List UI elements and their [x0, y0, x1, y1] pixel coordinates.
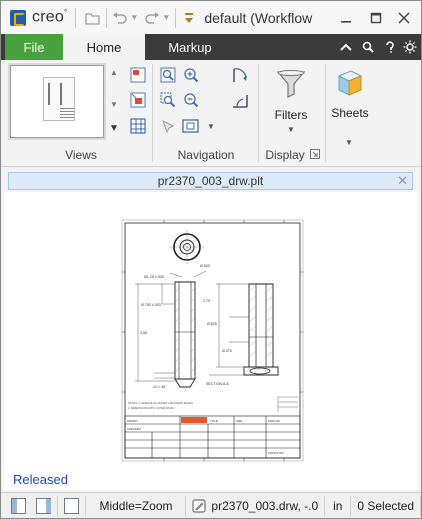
svg-text:Ø.625: Ø.625 — [207, 322, 217, 326]
saved-views-icon[interactable] — [129, 66, 147, 84]
group-separator — [325, 64, 326, 162]
file-info-text: pr2370_003.drw, -.0 — [211, 498, 319, 513]
undo-icon[interactable] — [111, 9, 129, 27]
group-separator — [258, 64, 259, 162]
quick-access-separator — [175, 7, 177, 28]
brand-name: creo° — [32, 8, 68, 26]
svg-text:2.75: 2.75 — [203, 299, 210, 303]
toggle-navigator-icon[interactable] — [11, 497, 26, 514]
svg-text:SIZE: SIZE — [236, 419, 242, 423]
status-separator — [350, 495, 352, 516]
measure-angle-icon[interactable] — [231, 91, 249, 109]
svg-text:PR2370-003: PR2370-003 — [268, 451, 284, 455]
title-bar: creo° ▼ ▼ default (Workflow — [1, 1, 421, 34]
tab-file[interactable]: File — [5, 34, 63, 60]
svg-text:Ø1.25 ±.005: Ø1.25 ±.005 — [144, 275, 164, 279]
zoom-area-icon[interactable] — [159, 91, 177, 109]
customize-toolbar-icon[interactable] — [180, 9, 198, 27]
view-orientation-icon[interactable] — [182, 117, 200, 135]
group-label-display: Display — [265, 148, 305, 162]
group-label-navigation: Navigation — [177, 148, 235, 162]
app-window: creo° ▼ ▼ default (Workflow File Home Ma… — [0, 0, 422, 519]
engineering-drawing: Ø1.25 ±.005 Ø.750 ±.003 3.50 .12 × 45° Ø… — [121, 219, 304, 462]
svg-text:Ø.500: Ø.500 — [200, 264, 210, 268]
close-icon[interactable] — [393, 7, 415, 29]
redo-icon[interactable] — [143, 9, 161, 27]
view-orientation-dropdown-icon[interactable]: ▼ — [207, 122, 215, 131]
svg-text:SECTION A-A: SECTION A-A — [206, 382, 229, 386]
svg-text:NOTES: 1. REMOVE ALL BURRS AND: NOTES: 1. REMOVE ALL BURRS AND SHARP EDG… — [128, 401, 193, 405]
status-separator — [84, 495, 86, 516]
status-separator — [56, 495, 58, 516]
zoom-to-fit-icon[interactable] — [159, 66, 177, 84]
svg-text:2. DIMENSIONS APPLY AFTER FINI: 2. DIMENSIONS APPLY AFTER FINISH — [128, 406, 174, 410]
scroll-spacer — [107, 79, 121, 97]
tab-markup[interactable]: Markup — [145, 34, 235, 60]
layers-grid-icon[interactable] — [129, 117, 147, 135]
sheet-thumbnail[interactable] — [8, 63, 106, 140]
toggle-browser-icon[interactable] — [35, 497, 51, 514]
collapse-ribbon-icon[interactable] — [337, 38, 355, 56]
view-manager-icon[interactable] — [129, 91, 147, 109]
sheets-dropdown-icon[interactable]: ▼ — [345, 138, 353, 147]
svg-text:Ø.750 ±.003: Ø.750 ±.003 — [141, 303, 161, 307]
filters-button[interactable]: Filters — [267, 108, 315, 122]
svg-text:DWG NO: DWG NO — [268, 419, 281, 423]
group-label-views: Views — [65, 148, 97, 162]
pan-icon[interactable] — [159, 117, 177, 135]
zoom-in-icon[interactable] — [182, 66, 200, 84]
status-separator — [420, 495, 421, 516]
units-text[interactable]: in — [333, 499, 342, 513]
scroll-expand-icon[interactable]: ▼ — [107, 121, 121, 135]
svg-text:TITLE: TITLE — [210, 419, 218, 423]
filters-dropdown-icon[interactable]: ▼ — [287, 125, 295, 134]
window-title: default (Workflow — [204, 9, 313, 26]
scroll-up-icon[interactable]: ▲ — [107, 65, 121, 79]
svg-text:Ø.375: Ø.375 — [222, 349, 232, 353]
close-document-icon[interactable]: ✕ — [397, 173, 408, 189]
svg-text:3.50: 3.50 — [140, 331, 147, 335]
document-tab-title: pr2370_003_drw.plt — [157, 174, 264, 188]
settings-icon[interactable] — [401, 38, 419, 56]
filters-funnel-icon[interactable] — [273, 66, 309, 102]
creo-logo-icon — [10, 9, 26, 26]
released-status-label: Released — [13, 472, 68, 487]
zoom-out-icon[interactable] — [182, 91, 200, 109]
scroll-down-icon[interactable]: ▼ — [107, 97, 121, 111]
svg-text:.12 × 45°: .12 × 45° — [152, 385, 167, 389]
maximize-icon[interactable] — [365, 7, 387, 29]
search-icon[interactable] — [359, 38, 377, 56]
status-separator — [184, 495, 186, 516]
quick-access-separator — [75, 7, 77, 28]
help-icon[interactable] — [381, 38, 399, 56]
file-status-icon — [191, 498, 207, 514]
status-bar: Middle=Zoom pr2370_003.drw, -.0 in 0 Sel… — [1, 492, 421, 518]
tab-home[interactable]: Home — [63, 34, 145, 60]
full-screen-icon[interactable] — [63, 497, 79, 514]
selection-count-text: 0 Selected — [357, 498, 415, 513]
open-icon[interactable] — [84, 9, 102, 27]
ribbon-tab-bar: File Home Markup — [1, 34, 421, 60]
mouse-hint-text: Middle=Zoom — [99, 498, 173, 513]
sheets-button[interactable]: Sheets — [327, 106, 373, 120]
scroll-spacer — [107, 111, 121, 121]
minimize-icon[interactable] — [335, 7, 357, 29]
display-launcher-icon[interactable] — [309, 148, 321, 160]
thumbnail-drawing-preview — [43, 77, 75, 121]
thumbnail-scroller[interactable]: ▲ ▼ ▼ — [107, 65, 121, 138]
drawing-canvas[interactable]: Ø1.25 ±.005 Ø.750 ±.003 3.50 .12 × 45° Ø… — [4, 192, 418, 490]
redo-dropdown-icon[interactable]: ▼ — [161, 13, 171, 22]
quick-access-separator — [106, 7, 108, 28]
undo-dropdown-icon[interactable]: ▼ — [129, 13, 139, 22]
ribbon-panel: ▲ ▼ ▼ Views ▼ Navigation Filters ▼ Displ… — [1, 60, 421, 167]
sheets-cube-icon[interactable] — [331, 64, 367, 100]
svg-text:DRAWN: DRAWN — [127, 419, 137, 423]
status-separator — [324, 495, 326, 516]
document-tab[interactable]: pr2370_003_drw.plt ✕ — [8, 172, 413, 190]
svg-text:CHECKED: CHECKED — [127, 427, 141, 431]
group-separator — [152, 64, 153, 162]
rotate-icon[interactable] — [231, 66, 249, 84]
